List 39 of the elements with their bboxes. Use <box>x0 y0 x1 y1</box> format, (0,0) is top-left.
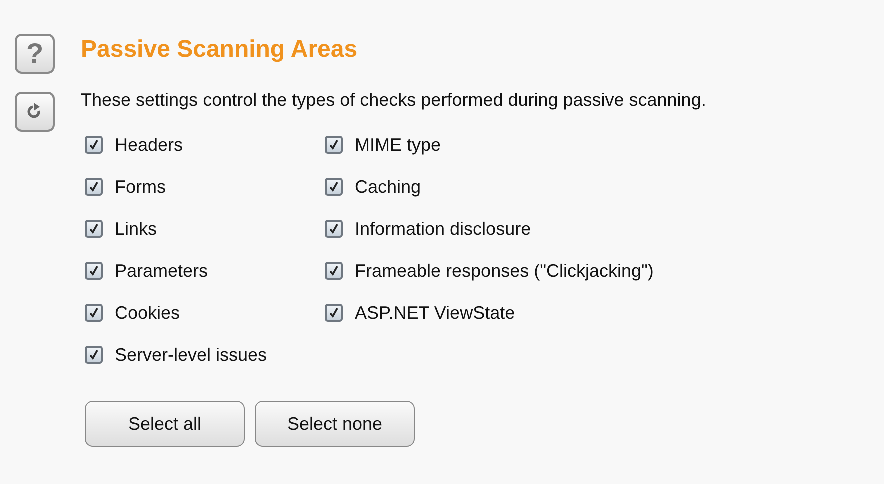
checkmark-icon <box>88 223 100 235</box>
description: These settings control the types of checks performed during passive scanning. <box>81 90 706 111</box>
checkbox-label[interactable]: Frameable responses ("Clickjacking") <box>355 260 654 282</box>
checkbox-label[interactable]: Parameters <box>115 260 208 282</box>
checkbox[interactable] <box>325 220 343 238</box>
checkbox-label[interactable]: MIME type <box>355 134 442 156</box>
checkmark-icon <box>328 307 340 319</box>
checkbox[interactable] <box>325 304 343 322</box>
checkbox-label[interactable]: Information disclosure <box>355 218 532 240</box>
checkmark-icon <box>328 139 340 151</box>
checkbox[interactable] <box>85 178 103 196</box>
checkbox[interactable] <box>325 178 343 196</box>
action-button[interactable]: Select all <box>85 401 245 447</box>
section-title: Passive Scanning Areas <box>81 36 359 64</box>
reset-button[interactable] <box>15 92 55 132</box>
checkbox[interactable] <box>85 304 103 322</box>
checkbox-label[interactable]: Links <box>115 218 158 240</box>
checkmark-icon <box>88 139 100 151</box>
checkmark-icon <box>328 265 340 277</box>
checkbox-label[interactable]: ASP.NET ViewState <box>355 302 516 324</box>
help-button[interactable]: ? <box>15 34 55 74</box>
checkbox[interactable] <box>85 220 103 238</box>
checkbox[interactable] <box>85 262 103 280</box>
checkmark-icon <box>328 223 340 235</box>
checkmark-icon <box>88 349 100 361</box>
checkbox[interactable] <box>85 346 103 364</box>
checkmark-icon <box>328 181 340 193</box>
checkmark-icon <box>88 181 100 193</box>
checkbox-label[interactable]: Server-level issues <box>115 344 268 366</box>
checkbox[interactable] <box>325 262 343 280</box>
checkmark-icon <box>88 307 100 319</box>
action-button[interactable]: Select none <box>255 401 415 447</box>
checkbox[interactable] <box>85 136 103 154</box>
checkbox-label[interactable]: Forms <box>115 176 166 198</box>
checkbox-label[interactable]: Cookies <box>115 302 180 324</box>
checkbox-label[interactable]: Caching <box>355 176 422 198</box>
checkbox-label[interactable]: Headers <box>115 134 184 156</box>
checkbox[interactable] <box>325 136 343 154</box>
checkmark-icon <box>88 265 100 277</box>
